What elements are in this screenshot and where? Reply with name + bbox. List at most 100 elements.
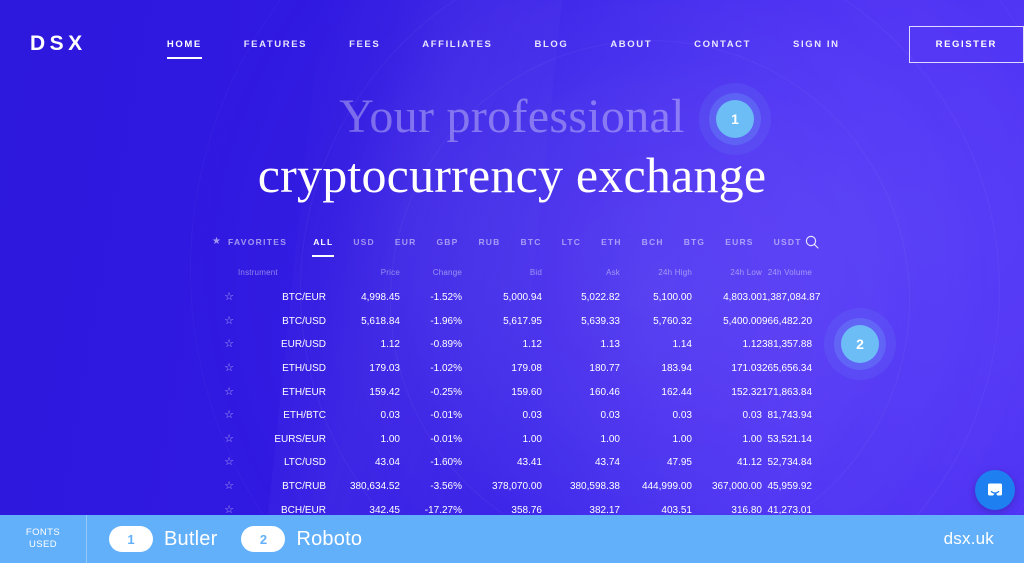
column-header-change[interactable]: Change <box>400 268 462 286</box>
column-header-instrument[interactable]: Instrument <box>234 268 326 286</box>
hero-headline-line1: Your professional <box>339 90 685 143</box>
table-row[interactable]: ☆ BTC/RUB 380,634.52 -3.56% 378,070.00 380,59… <box>212 475 812 499</box>
column-header-bid[interactable]: Bid <box>462 268 542 286</box>
favorite-star-icon[interactable]: ☆ <box>212 380 234 404</box>
cell-instrument: LTC/USD <box>283 457 326 469</box>
page-root: DSX HOME FEATURES FEES AFFILIATES BLOG ABOUT C… <box>0 0 1024 563</box>
cell-high: 1.14 <box>672 339 692 351</box>
chat-bubble-icon <box>988 483 1002 497</box>
cell-volume: 966,482.20 <box>762 315 813 327</box>
cell-price: 4,998.45 <box>361 292 400 304</box>
currency-tab-eth[interactable]: ETH <box>591 233 632 251</box>
chat-widget-button[interactable] <box>975 470 1015 510</box>
currency-tab-rub[interactable]: RUB <box>468 233 510 251</box>
currency-tab-usd[interactable]: USD <box>343 233 385 251</box>
column-header-24h-high[interactable]: 24h High <box>620 268 692 286</box>
table-row[interactable]: ☆ LTC/USD 43.04 -1.60% 43.41 43.74 47.95 41.12 5… <box>212 451 812 475</box>
currency-tab-bch[interactable]: BCH <box>632 233 674 251</box>
cell-low: 5,400.00 <box>723 315 762 327</box>
cell-ask: 5,639.33 <box>581 315 620 327</box>
currency-tab-list: ALL USD EUR GBP RUB BTC LTC ETH BCH BTG EURS USDT <box>303 233 811 257</box>
font-entry-roboto: 2 Roboto <box>241 526 362 552</box>
star-outline-icon: ☆ <box>224 338 234 351</box>
table-row[interactable]: ☆ ETH/USD 179.03 -1.02% 179.08 180.77 183.94 17… <box>212 357 812 381</box>
cell-change: -1.02% <box>430 363 462 375</box>
nav-item-contact[interactable]: CONTACT <box>673 33 772 56</box>
logo-dsx[interactable]: DSX <box>30 32 87 56</box>
font-marker-2-number: 2 <box>841 325 879 363</box>
favorites-label: FAVORITES <box>227 237 288 247</box>
currency-tab-btg[interactable]: BTG <box>674 233 716 251</box>
currency-tab-gbp[interactable]: GBP <box>426 233 468 251</box>
favorite-star-icon[interactable]: ☆ <box>212 404 234 428</box>
table-row[interactable]: ☆ EUR/USD 1.12 -0.89% 1.12 1.13 1.14 1.12 381,35… <box>212 333 812 357</box>
hero-section: Your professional cryptocurrency exchang… <box>0 90 1024 204</box>
register-button[interactable]: REGISTER <box>908 25 1024 63</box>
cell-high: 5,760.32 <box>653 315 692 327</box>
favorite-star-icon[interactable]: ☆ <box>212 310 234 334</box>
column-header-price[interactable]: Price <box>326 268 400 286</box>
cell-high: 183.94 <box>661 363 692 375</box>
column-header-24h-low[interactable]: 24h Low <box>692 268 762 286</box>
table-row[interactable]: ☆ ETH/BTC 0.03 -0.01% 0.03 0.03 0.03 0.03 81,743… <box>212 404 812 428</box>
nav-item-home[interactable]: HOME <box>146 33 223 59</box>
cell-high: 47.95 <box>666 457 692 469</box>
cell-volume: 171,863.84 <box>762 386 813 398</box>
cell-bid: 5,617.95 <box>503 315 542 327</box>
cell-low: 1.00 <box>742 433 762 445</box>
star-outline-icon: ☆ <box>224 456 234 469</box>
font-name-butler: Butler <box>164 527 218 550</box>
nav-item-about[interactable]: ABOUT <box>589 33 673 56</box>
currency-tab-btc[interactable]: BTC <box>510 233 551 251</box>
favorite-star-icon[interactable]: ☆ <box>212 475 234 499</box>
cell-bid: 1.12 <box>522 339 542 351</box>
star-filled-icon: ★ <box>212 236 221 247</box>
table-row[interactable]: ☆ BTC/EUR 4,998.45 -1.52% 5,000.94 5,022.82 5,… <box>212 286 820 310</box>
table-row[interactable]: ☆ EURS/EUR 1.00 -0.01% 1.00 1.00 1.00 1.00 53,52… <box>212 428 812 452</box>
cell-high: 1.00 <box>672 433 692 445</box>
favorite-star-icon[interactable]: ☆ <box>212 333 234 357</box>
cell-price: 159.42 <box>369 386 400 398</box>
currency-tab-eur[interactable]: EUR <box>385 233 427 251</box>
cell-ask: 5,022.82 <box>581 292 620 304</box>
cell-change: -1.60% <box>430 457 462 469</box>
cell-change: -0.25% <box>430 386 462 398</box>
favorite-star-icon[interactable]: ☆ <box>212 428 234 452</box>
quotes-table-body: ☆ BTC/EUR 4,998.45 -1.52% 5,000.94 5,022.82 5,… <box>212 286 820 522</box>
currency-tab-eurs[interactable]: EURS <box>715 233 763 251</box>
column-header-24h-volume[interactable]: 24h Volume <box>762 268 812 286</box>
column-header-star <box>212 268 234 286</box>
nav-item-sign-in[interactable]: SIGN IN <box>772 33 861 56</box>
cell-bid: 179.08 <box>511 363 542 375</box>
font-marker-1-number: 1 <box>716 100 754 138</box>
favorite-star-icon[interactable]: ☆ <box>212 357 234 381</box>
table-row[interactable]: ☆ ETH/EUR 159.42 -0.25% 159.60 160.46 162.44 15… <box>212 380 812 404</box>
footer-divider <box>86 515 87 563</box>
cell-instrument: EUR/USD <box>280 339 326 351</box>
cell-low: 0.03 <box>742 410 762 422</box>
table-row[interactable]: ☆ BTC/USD 5,618.84 -1.96% 5,617.95 5,639.33 5,… <box>212 310 812 334</box>
font-badge-1: 1 <box>109 526 153 552</box>
column-header-ask[interactable]: Ask <box>542 268 620 286</box>
hero-headline-line2: cryptocurrency exchange <box>257 146 767 203</box>
currency-tab-all[interactable]: ALL <box>303 233 343 257</box>
nav-item-affiliates[interactable]: AFFILIATES <box>401 33 513 56</box>
fonts-used-line1: FONTS <box>25 527 61 539</box>
cell-ask: 160.46 <box>589 386 620 398</box>
search-icon[interactable] <box>804 234 820 250</box>
main-nav: HOME FEATURES FEES AFFILIATES BLOG ABOUT CONTA… <box>146 33 861 59</box>
nav-item-fees[interactable]: FEES <box>328 33 401 56</box>
quotes-table: Instrument Price Change Bid Ask 24h High… <box>212 268 820 522</box>
currency-tab-ltc[interactable]: LTC <box>552 233 592 251</box>
cell-high: 162.44 <box>661 386 692 398</box>
favorites-filter[interactable]: ★ FAVORITES <box>212 236 288 248</box>
nav-item-features[interactable]: FEATURES <box>223 33 328 56</box>
star-outline-icon: ☆ <box>224 362 234 375</box>
quotes-header-row: Instrument Price Change Bid Ask 24h High… <box>212 268 812 286</box>
nav-item-blog[interactable]: BLOG <box>513 33 589 56</box>
favorite-star-icon[interactable]: ☆ <box>212 286 234 310</box>
cell-ask: 43.74 <box>594 457 620 469</box>
cell-instrument: BTC/RUB <box>282 481 326 493</box>
favorite-star-icon[interactable]: ☆ <box>212 451 234 475</box>
cell-high: 444,999.00 <box>641 481 692 493</box>
